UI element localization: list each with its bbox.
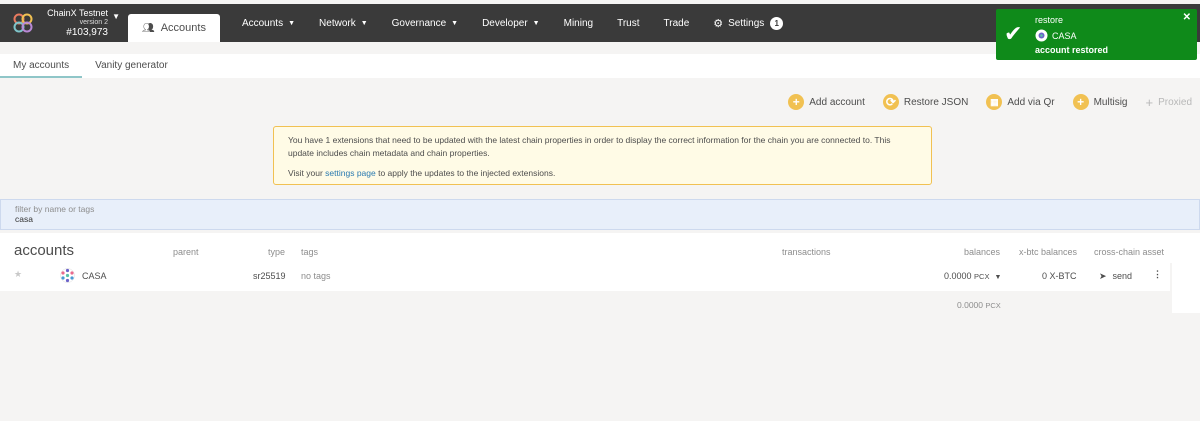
menu-mining[interactable]: Mining <box>564 18 593 29</box>
users-icon: 👥︎ <box>142 22 155 34</box>
account-name[interactable]: CASA <box>82 271 107 281</box>
account-xbtc-balance: 0 X-BTC <box>1042 271 1077 281</box>
check-icon: ✔ <box>1004 21 1023 46</box>
close-icon[interactable]: ✕ <box>1183 12 1191 23</box>
settings-page-link[interactable]: settings page <box>325 168 376 178</box>
filter-label: filter by name or tags <box>15 204 95 214</box>
plus-icon: + <box>1072 94 1089 110</box>
block-number: #103,973 <box>66 27 108 38</box>
extension-update-warning: You have 1 extensions that need to be up… <box>273 126 932 185</box>
warning-settings-text: Visit your settings page to apply the up… <box>288 168 556 178</box>
tab-accounts-label: Accounts <box>160 22 206 34</box>
paper-plane-icon: ➤ <box>1099 271 1107 281</box>
menu-network[interactable]: Network ▼ <box>319 18 368 29</box>
chevron-down-icon: ▼ <box>288 19 296 27</box>
star-icon[interactable]: ★ <box>14 269 22 280</box>
chainx-logo-icon <box>13 13 33 33</box>
settings-badge: 1 <box>770 16 784 30</box>
account-identicon <box>1035 29 1048 42</box>
proxied-button[interactable]: + Proxied <box>1146 95 1193 110</box>
header-tags: tags <box>301 247 319 257</box>
tab-vanity-generator[interactable]: Vanity generator <box>82 54 181 78</box>
menu-trade[interactable]: Trade <box>664 18 690 29</box>
header-type: type <box>268 247 286 257</box>
send-button[interactable]: ➤ send <box>1099 271 1132 282</box>
chain-selector[interactable]: ChainX Testnet version 2 #103,973 ▼ <box>0 4 128 42</box>
qrcode-icon: ▦ <box>986 94 1003 110</box>
chevron-down-icon: ▼ <box>532 19 540 27</box>
filter-box[interactable]: filter by name or tags casa <box>0 199 1200 230</box>
header-cross-chain-asset: cross-chain asset <box>1094 247 1165 257</box>
multisig-button[interactable]: + Multisig <box>1072 94 1128 110</box>
header-transactions: transactions <box>782 247 831 257</box>
table-row: ★ CASA sr25519 no tags 0.0000 PCX ▼ 0 X-B… <box>0 263 1170 291</box>
toast-message: account restored <box>1035 45 1109 55</box>
menu-governance[interactable]: Governance ▼ <box>392 18 458 29</box>
menu-trust[interactable]: Trust <box>617 18 639 29</box>
add-via-qr-button[interactable]: ▦ Add via Qr <box>986 94 1055 110</box>
account-tags[interactable]: no tags <box>301 271 331 281</box>
more-options-icon[interactable]: ⋮ <box>1153 269 1162 280</box>
total-balance: 0.0000 PCX <box>957 300 1001 310</box>
table-header: accounts parent type tags transactions b… <box>0 233 1200 263</box>
add-account-button[interactable]: + Add account <box>788 94 865 110</box>
header-xbtc-balances: x-btc balances <box>1019 247 1078 257</box>
gear-icon: ⚙ <box>713 17 724 30</box>
account-balance[interactable]: 0.0000 PCX ▼ <box>944 271 1001 281</box>
header-balances: balances <box>964 247 1001 257</box>
plus-icon: + <box>788 94 805 110</box>
chain-name: ChainX Testnet <box>47 8 108 18</box>
filter-input[interactable]: casa <box>15 214 1185 224</box>
menu-settings[interactable]: ⚙ Settings 1 <box>713 16 784 30</box>
header-parent: parent <box>173 247 199 257</box>
toast-account: CASA <box>1052 31 1077 41</box>
accounts-table: accounts parent type tags transactions b… <box>0 233 1200 313</box>
account-actions: + Add account ⟳ Restore JSON ▦ Add via Q… <box>770 94 1192 110</box>
account-identicon <box>60 268 75 283</box>
restore-json-button[interactable]: ⟳ Restore JSON <box>882 94 968 110</box>
chain-info: ChainX Testnet version 2 #103,973 ▼ <box>42 8 120 38</box>
status-toast: ✔ restore CASA account restored ✕ <box>996 9 1197 60</box>
tab-accounts[interactable]: 👥︎ Accounts <box>128 14 220 42</box>
chevron-down-icon: ▼ <box>451 19 459 27</box>
account-type: sr25519 <box>253 271 286 281</box>
plus-icon: + <box>1145 94 1154 110</box>
sync-icon: ⟳ <box>882 94 899 110</box>
table-title: accounts <box>14 242 75 259</box>
main-menu: Accounts ▼ Network ▼ Governance ▼ Developer… <box>230 4 795 42</box>
chevron-down-icon: ▼ <box>360 19 368 27</box>
chevron-down-icon: ▼ <box>112 12 120 21</box>
tab-my-accounts[interactable]: My accounts <box>0 54 83 78</box>
warning-text: You have 1 extensions that need to be up… <box>288 135 891 158</box>
menu-developer[interactable]: Developer ▼ <box>482 18 540 29</box>
toast-action: restore <box>1035 15 1064 25</box>
menu-accounts[interactable]: Accounts ▼ <box>242 18 295 29</box>
chevron-down-icon: ▼ <box>994 274 1002 281</box>
row-side-panel <box>1172 263 1200 313</box>
